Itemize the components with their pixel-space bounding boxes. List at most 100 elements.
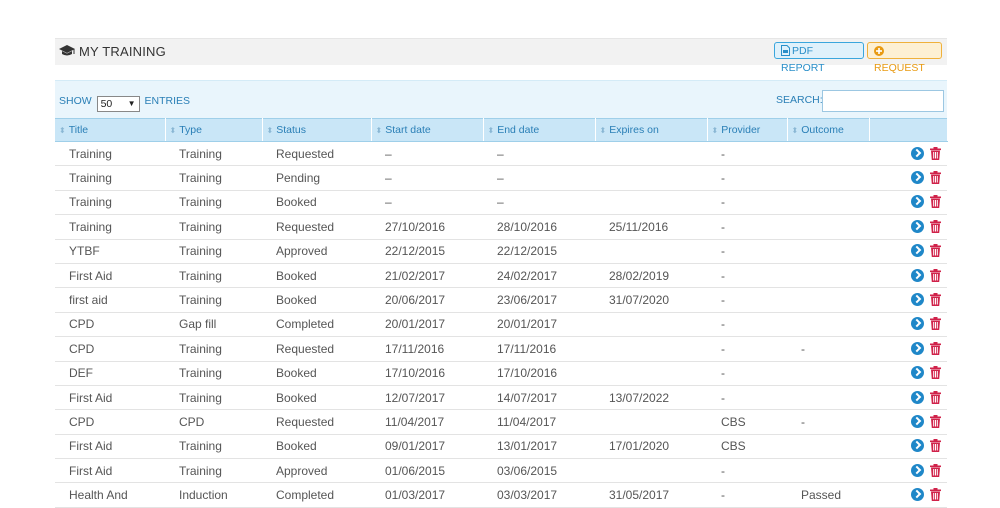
trash-icon[interactable] bbox=[930, 317, 941, 331]
table-row[interactable]: First Aid Training Approved 01/06/2015 03/06… bbox=[55, 458, 947, 484]
cell-status: Requested bbox=[262, 409, 371, 435]
table-row[interactable]: CPD Gap fill Completed 20/01/2017 20/01/2017… bbox=[55, 312, 947, 338]
table-row[interactable]: Health And Induction Completed 01/03/2017 03… bbox=[55, 482, 947, 508]
col-status[interactable]: ⬍ Status bbox=[262, 118, 372, 142]
col-provider[interactable]: ⬍ Provider bbox=[707, 118, 788, 142]
trash-icon[interactable] bbox=[930, 195, 941, 209]
table-row[interactable]: CPD Training Requested 17/11/2016 17/11/2016… bbox=[55, 336, 947, 362]
arrow-circle-right-icon[interactable] bbox=[911, 390, 924, 404]
trash-icon[interactable] bbox=[930, 219, 941, 233]
arrow-circle-right-icon[interactable] bbox=[911, 341, 924, 355]
sort-icon: ⬍ bbox=[711, 126, 719, 135]
cell-start-date: 27/10/2016 bbox=[371, 214, 483, 240]
col-title[interactable]: ⬍ Title bbox=[55, 118, 166, 142]
cell-status: Booked bbox=[262, 434, 371, 460]
trash-icon[interactable] bbox=[930, 146, 941, 160]
table-row[interactable]: first aid Training Booked 20/06/2017 23/06/2… bbox=[55, 287, 947, 313]
arrow-circle-right-icon[interactable] bbox=[911, 195, 924, 209]
cell-outcome bbox=[787, 458, 869, 484]
arrow-circle-right-icon[interactable] bbox=[911, 317, 924, 331]
table-row[interactable]: DEF Training Booked 17/10/2016 17/10/2016- bbox=[55, 361, 947, 386]
entries-select[interactable]: 50 ▼ bbox=[96, 96, 140, 112]
arrow-circle-right-icon[interactable] bbox=[911, 488, 924, 502]
table-row[interactable]: Training Training Requested – – - bbox=[55, 141, 947, 167]
trash-icon[interactable] bbox=[930, 366, 941, 380]
cell-title: First Aid bbox=[55, 434, 165, 460]
arrow-circle-right-icon[interactable] bbox=[911, 146, 924, 160]
table-row[interactable]: First Aid Training Booked 09/01/2017 13/01/2… bbox=[55, 434, 947, 460]
trash-icon[interactable] bbox=[930, 390, 941, 404]
cell-start-date: 11/04/2017 bbox=[371, 409, 483, 435]
arrow-circle-right-icon[interactable] bbox=[911, 366, 924, 380]
cell-expires-on: 13/07/2022 bbox=[595, 385, 707, 411]
table-header-row: ⬍ Title ⬍ Type ⬍ Status ⬍ Start date ⬍ End da… bbox=[55, 118, 948, 142]
plus-circle-icon bbox=[874, 46, 884, 56]
arrow-circle-right-icon[interactable] bbox=[911, 219, 924, 233]
arrow-circle-right-icon[interactable] bbox=[911, 463, 924, 477]
col-provider-label: Provider bbox=[721, 124, 761, 136]
graduation-cap-icon bbox=[59, 45, 75, 56]
col-outcome-label: Outcome bbox=[801, 124, 844, 136]
trash-icon[interactable] bbox=[930, 414, 941, 428]
col-end-date[interactable]: ⬍ End date bbox=[483, 118, 596, 142]
request-button[interactable]: REQUEST bbox=[867, 42, 942, 74]
trash-icon[interactable] bbox=[930, 439, 941, 453]
col-type[interactable]: ⬍ Type bbox=[165, 118, 263, 142]
cell-title: Training bbox=[55, 190, 165, 216]
entries-control: SHOW 50 ▼ ENTRIES bbox=[59, 95, 190, 112]
cell-title: Health And bbox=[55, 482, 165, 508]
trash-icon[interactable] bbox=[930, 293, 941, 307]
cell-outcome bbox=[787, 287, 869, 313]
cell-provider: - bbox=[707, 263, 787, 289]
arrow-circle-right-icon[interactable] bbox=[911, 439, 924, 453]
row-actions bbox=[869, 165, 947, 191]
table-row[interactable]: Training Training Requested 27/10/2016 28/10… bbox=[55, 214, 947, 240]
table-row[interactable]: First Aid Training Booked 12/07/2017 14/07/2… bbox=[55, 385, 947, 411]
row-actions bbox=[869, 239, 947, 264]
cell-end-date: 14/07/2017 bbox=[483, 385, 595, 411]
cell-start-date: 20/01/2017 bbox=[371, 312, 483, 338]
arrow-circle-right-icon[interactable] bbox=[911, 244, 924, 258]
col-expires-on-label: Expires on bbox=[609, 124, 659, 136]
cell-end-date: 20/01/2017 bbox=[483, 312, 595, 338]
cell-status: Requested bbox=[262, 141, 371, 167]
entries-label: ENTRIES bbox=[144, 95, 191, 107]
trash-icon[interactable] bbox=[930, 171, 941, 185]
table-row[interactable]: CPD CPD Requested 11/04/2017 11/04/2017 CBS - bbox=[55, 409, 947, 435]
trash-icon[interactable] bbox=[930, 488, 941, 502]
table-row[interactable]: First Aid Training Booked 21/02/2017 24/02/2… bbox=[55, 263, 947, 289]
table-row[interactable]: YTBF Training Approved 22/12/2015 22/12/2015… bbox=[55, 239, 947, 264]
cell-outcome bbox=[787, 312, 869, 338]
cell-outcome bbox=[787, 214, 869, 240]
trash-icon[interactable] bbox=[930, 268, 941, 282]
trash-icon[interactable] bbox=[930, 463, 941, 477]
trash-icon[interactable] bbox=[930, 341, 941, 355]
cell-type: Training bbox=[165, 214, 262, 240]
cell-end-date: – bbox=[483, 190, 595, 216]
cell-title: YTBF bbox=[55, 239, 165, 264]
cell-outcome bbox=[787, 434, 869, 460]
cell-status: Approved bbox=[262, 239, 371, 264]
pdf-report-button[interactable]: PDF REPORT bbox=[774, 42, 864, 74]
col-start-date[interactable]: ⬍ Start date bbox=[371, 118, 484, 142]
arrow-circle-right-icon[interactable] bbox=[911, 414, 924, 428]
table-toolbar: SHOW 50 ▼ ENTRIES SEARCH: bbox=[55, 80, 947, 119]
col-expires-on[interactable]: ⬍ Expires on bbox=[595, 118, 708, 142]
cell-type: Training bbox=[165, 287, 262, 313]
trash-icon[interactable] bbox=[930, 244, 941, 258]
cell-title: Training bbox=[55, 141, 165, 167]
row-actions bbox=[869, 287, 947, 313]
cell-start-date: 17/10/2016 bbox=[371, 361, 483, 386]
cell-expires-on bbox=[595, 336, 707, 362]
table-body: Training Training Requested – – - Training Trai… bbox=[55, 141, 947, 508]
col-outcome[interactable]: ⬍ Outcome bbox=[787, 118, 870, 142]
arrow-circle-right-icon[interactable] bbox=[911, 268, 924, 282]
arrow-circle-right-icon[interactable] bbox=[911, 293, 924, 307]
cell-outcome: Passed bbox=[787, 482, 869, 508]
search-input[interactable] bbox=[822, 90, 944, 112]
cell-start-date: 12/07/2017 bbox=[371, 385, 483, 411]
table-row[interactable]: Training Training Pending – – - bbox=[55, 165, 947, 191]
table-row[interactable]: Training Training Booked – – - bbox=[55, 190, 947, 216]
cell-provider: - bbox=[707, 190, 787, 216]
arrow-circle-right-icon[interactable] bbox=[911, 171, 924, 185]
